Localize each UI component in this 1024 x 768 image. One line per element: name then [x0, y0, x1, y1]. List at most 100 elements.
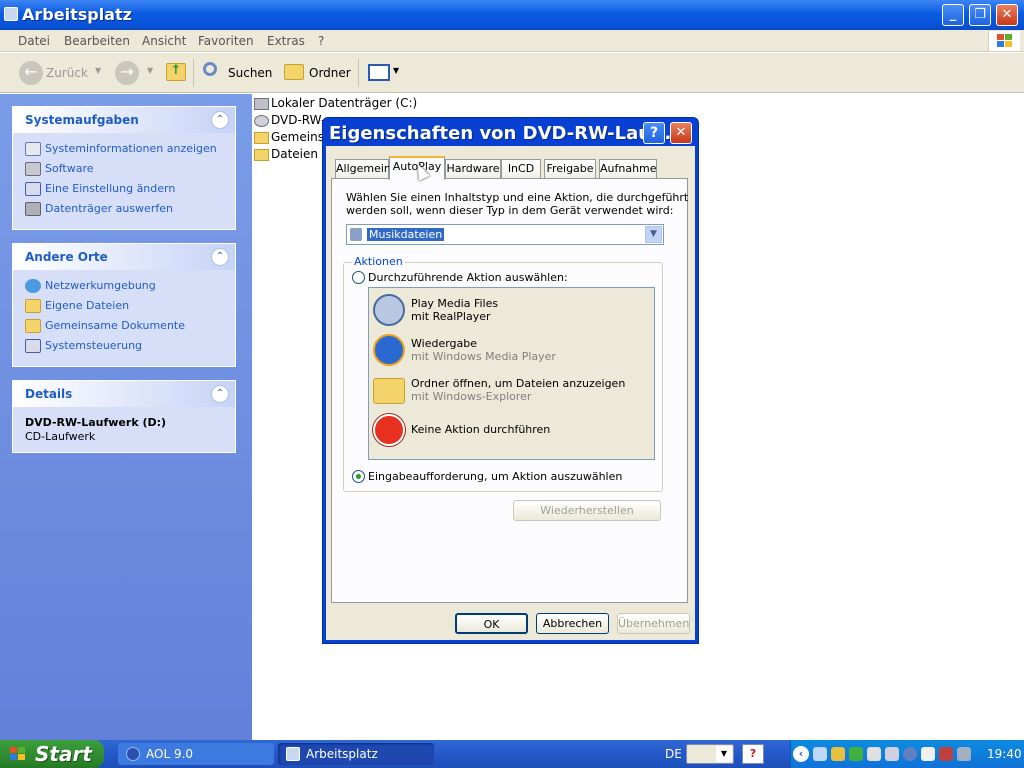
drive-d[interactable]: DVD-RW- [254, 113, 325, 127]
window-title: Arbeitsplatz [22, 5, 132, 24]
back-dropdown-icon[interactable]: ▼ [95, 66, 101, 75]
control-panel-icon [25, 182, 41, 196]
tab-incd[interactable]: InCD [501, 159, 541, 179]
folder-up-icon[interactable]: ↑ [166, 63, 186, 81]
folder-icon [25, 319, 41, 333]
apply-button[interactable]: Übernehmen [617, 613, 690, 634]
folders-icon[interactable] [284, 64, 304, 80]
shared-folder[interactable]: Gemeinsa [254, 130, 331, 144]
back-arrow-icon[interactable]: ← [19, 61, 43, 85]
menu-view[interactable]: Ansicht [142, 34, 186, 48]
folder-icon [254, 131, 269, 144]
ok-button[interactable]: OK [455, 613, 528, 634]
drive-c[interactable]: Lokaler Datenträger (C:) [254, 96, 417, 110]
action-none[interactable]: Keine Aktion durchführen [373, 414, 653, 452]
action-open-folder[interactable]: Ordner öffnen, um Dateien anzuzeigen mit… [373, 374, 653, 412]
views-dropdown-icon[interactable]: ▼ [393, 66, 399, 75]
antivirus-tray-icon[interactable] [867, 747, 881, 761]
network-icon [25, 279, 41, 293]
network-tray-icon[interactable] [813, 747, 827, 761]
views-icon[interactable] [368, 64, 390, 81]
language-indicator[interactable]: DE [665, 747, 682, 761]
action-wmp[interactable]: Wiedergabe mit Windows Media Player [373, 334, 653, 372]
menu-help[interactable]: ? [318, 34, 324, 48]
files-folder[interactable]: Dateien v [254, 147, 329, 161]
no-action-icon [373, 414, 405, 446]
windows-logo-icon [988, 31, 1020, 51]
maximize-button[interactable]: ❐ [969, 4, 991, 26]
media-player-icon [373, 334, 405, 366]
close-button[interactable]: ✕ [996, 4, 1018, 26]
place-shared-documents[interactable]: Gemeinsame Dokumente [25, 319, 185, 337]
menu-tools[interactable]: Extras [267, 34, 305, 48]
clock[interactable]: 19:40 [987, 747, 1022, 761]
collapse-chevron-icon[interactable]: ⌃ [211, 385, 229, 403]
display-tray-icon[interactable] [921, 747, 935, 761]
start-button[interactable]: Start [0, 740, 104, 768]
collapse-chevron-icon[interactable]: ⌃ [211, 248, 229, 266]
other-places-title[interactable]: Andere Orte [13, 244, 235, 270]
task-arbeitsplatz[interactable]: Arbeitsplatz [278, 743, 434, 765]
task-aol[interactable]: AOL 9.0 [118, 743, 274, 765]
task-sysinfo[interactable]: Systeminformationen anzeigen [25, 142, 217, 160]
properties-dialog: Eigenschaften von DVD-RW-Lauf… ? ✕ Allge… [322, 117, 699, 644]
realplayer-icon [373, 294, 405, 326]
place-my-documents[interactable]: Eigene Dateien [25, 299, 129, 317]
task-change-setting[interactable]: Eine Einstellung ändern [25, 182, 175, 200]
action-realplayer[interactable]: Play Media Files mit RealPlayer [373, 294, 653, 332]
aol-icon [126, 747, 140, 761]
place-network[interactable]: Netzwerkumgebung [25, 279, 156, 297]
restore-button[interactable]: Wiederherstellen [513, 500, 661, 521]
menu-favorites[interactable]: Favoriten [198, 34, 254, 48]
cancel-button[interactable]: Abbrechen [536, 613, 609, 634]
other-places-panel: Andere Orte ⌃ Netzwerkumgebung Eigene Da… [12, 243, 236, 367]
radio-select-action[interactable] [352, 271, 365, 284]
monitor-tray-icon[interactable] [957, 747, 971, 761]
task-eject[interactable]: Datenträger auswerfen [25, 202, 173, 220]
details-title[interactable]: Details [13, 381, 235, 407]
control-panel-icon [25, 339, 41, 353]
eject-disk-icon [25, 202, 41, 216]
radio-prompt-label[interactable]: Eingabeaufforderung, um Aktion auszuwähl… [368, 470, 622, 483]
forward-dropdown-icon[interactable]: ▼ [147, 66, 153, 75]
help-tray-icon[interactable]: ? [742, 744, 764, 764]
dialog-title[interactable]: Eigenschaften von DVD-RW-Lauf… [329, 123, 677, 144]
minimize-button[interactable]: _ [942, 4, 964, 26]
shield-icon[interactable] [849, 747, 863, 761]
photo-tray-icon[interactable] [939, 747, 953, 761]
help-button[interactable]: ? [643, 122, 665, 144]
radio-prompt[interactable] [352, 470, 365, 483]
place-control-panel[interactable]: Systemsteuerung [25, 339, 142, 357]
tray-expand-icon[interactable]: ‹ [793, 746, 809, 762]
system-tasks-title[interactable]: Systemaufgaben [13, 107, 235, 133]
tab-recording[interactable]: Aufnahme [599, 159, 657, 179]
search-icon[interactable] [203, 62, 217, 76]
security-tray-icon[interactable] [831, 747, 845, 761]
folders-button-label[interactable]: Ordner [309, 66, 351, 80]
speaker-icon[interactable] [885, 747, 899, 761]
start-label: Start [35, 742, 92, 766]
menu-edit[interactable]: Bearbeiten [64, 34, 130, 48]
content-type-select[interactable]: Musikdateien ▼ [346, 224, 664, 245]
language-dropdown-icon[interactable]: ▼ [716, 746, 732, 762]
search-button-label[interactable]: Suchen [228, 66, 272, 80]
forward-arrow-icon[interactable]: → [115, 61, 139, 85]
software-icon [25, 162, 41, 176]
window-titlebar[interactable]: Arbeitsplatz _ ❐ ✕ [0, 0, 1024, 30]
computer-icon [286, 747, 300, 761]
tab-sharing[interactable]: Freigabe [544, 159, 596, 179]
menu-file[interactable]: Datei [18, 34, 50, 48]
back-button-label[interactable]: Zurück [46, 66, 88, 80]
tab-hardware[interactable]: Hardware [445, 159, 501, 179]
dialog-close-button[interactable]: ✕ [670, 122, 692, 144]
tab-general[interactable]: Allgemein [335, 159, 391, 179]
menubar: Datei Bearbeiten Ansicht Favoriten Extra… [0, 30, 1024, 52]
task-software[interactable]: Software [25, 162, 94, 180]
action-list[interactable]: Play Media Files mit RealPlayer Wiederga… [368, 287, 655, 460]
collapse-chevron-icon[interactable]: ⌃ [211, 111, 229, 129]
prompt-line-1: Wählen Sie einen Inhaltstyp und eine Akt… [346, 191, 689, 204]
chevron-down-icon[interactable]: ▼ [645, 226, 662, 243]
folder-icon [254, 148, 269, 161]
radio-select-action-label[interactable]: Durchzuführende Aktion auswählen: [368, 271, 568, 284]
realplayer-tray-icon[interactable] [903, 747, 917, 761]
